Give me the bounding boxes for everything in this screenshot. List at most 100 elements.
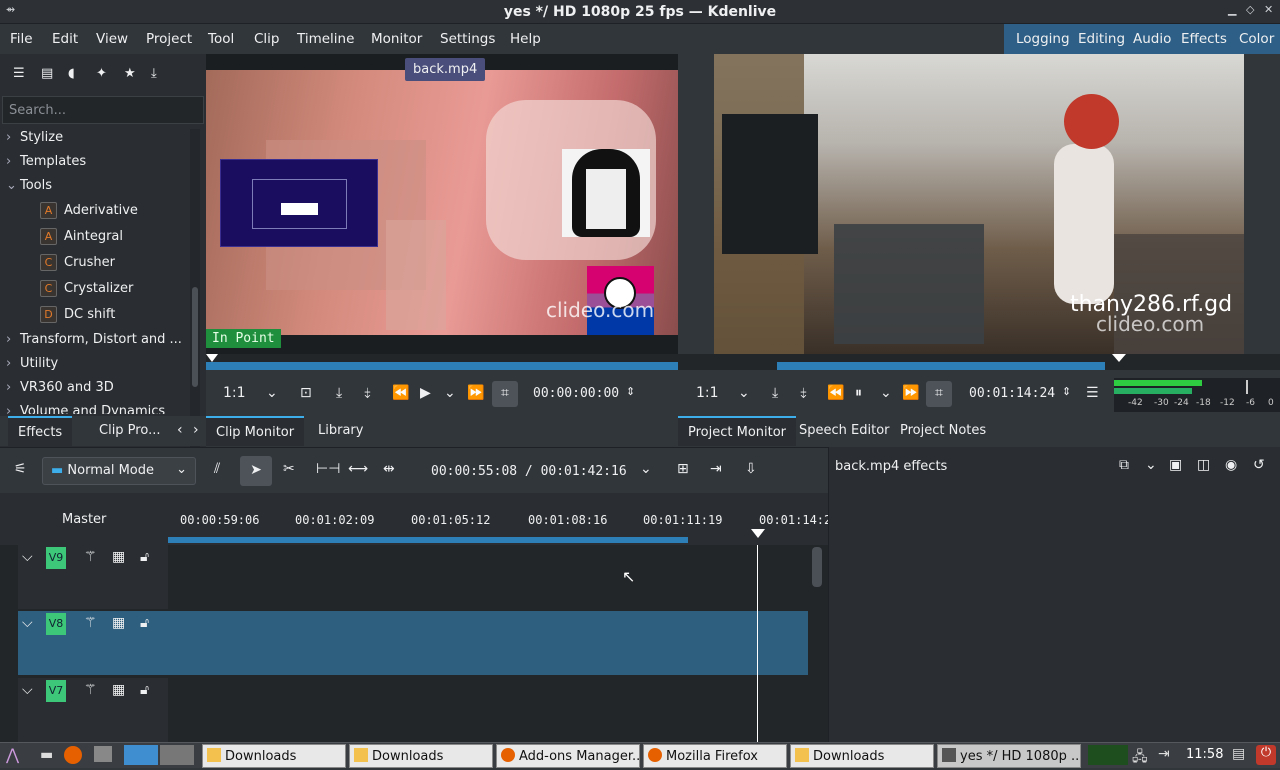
tab-project-monitor[interactable]: Project Monitor <box>678 416 797 446</box>
effect-wand-icon[interactable]: ⚚ <box>84 549 97 565</box>
tree-item-templates[interactable]: › Templates <box>6 154 86 169</box>
collapse-icon[interactable]: ⌵ <box>22 682 33 698</box>
timeline-ruler[interactable]: Master 00:00:59:06 00:01:02:09 00:01:05:… <box>0 493 838 545</box>
timeline-scrollbar[interactable] <box>812 547 822 587</box>
task-downloads-3[interactable]: Downloads <box>790 744 934 768</box>
tab-project-notes[interactable]: Project Notes <box>890 416 996 446</box>
keyboard-icon[interactable]: ▤ <box>1232 746 1245 762</box>
film-icon[interactable]: ▦ <box>112 549 125 565</box>
chevron-down-icon[interactable]: ⌄ <box>266 385 278 401</box>
task-downloads-1[interactable]: Downloads <box>202 744 346 768</box>
show-desktop-icon[interactable]: ▬ <box>40 747 53 763</box>
rewind-icon[interactable]: ⏪ <box>392 385 409 401</box>
menu-settings[interactable]: Settings <box>440 31 495 47</box>
clip-monitor-ruler[interactable] <box>206 354 678 370</box>
menu-clip[interactable]: Clip <box>254 31 280 47</box>
menu-timeline[interactable]: Timeline <box>297 31 354 47</box>
task-kdenlive[interactable]: yes */ HD 1080p ... <box>937 744 1081 768</box>
tab-clip-monitor[interactable]: Clip Monitor <box>206 416 305 446</box>
project-monitor[interactable]: thany286.rf.gd clideo.com <box>714 54 1244 354</box>
workspace-1[interactable] <box>124 745 158 765</box>
file-manager-icon[interactable] <box>94 746 112 762</box>
tab-next-icon[interactable]: › <box>193 422 199 438</box>
workspace-audio[interactable]: Audio <box>1127 24 1177 54</box>
favorites-icon[interactable]: ★ <box>124 66 136 81</box>
timeline-tracks[interactable]: ⌵ V9 ⚚ ▦ 🔓︎ ⌵ V8 ⚚ ▦ 🔓︎ ⌵ V7 ⚚ ▦ 🔓︎ ↖ <box>0 545 828 742</box>
roll-tool-icon[interactable]: ⟷ <box>348 461 368 477</box>
track-settings-icon[interactable]: ⚟ <box>14 461 27 477</box>
effect-crusher[interactable]: C Crusher <box>40 254 115 271</box>
razor-tool-icon[interactable]: ✂ <box>283 461 295 477</box>
forward-icon[interactable]: ⏩ <box>467 385 484 401</box>
select-tool-icon[interactable]: ➤ <box>240 456 272 486</box>
close-icon[interactable]: ✕ <box>1264 3 1273 16</box>
edit-mode-select[interactable]: ▬ Normal Mode ⌄ <box>42 457 196 485</box>
start-menu-icon[interactable]: ⋀ <box>6 745 19 764</box>
effect-dc-shift[interactable]: D DC shift <box>40 306 115 323</box>
chevron-down-icon[interactable]: ⌄ <box>738 385 750 401</box>
forward-icon[interactable]: ⏩ <box>902 385 919 401</box>
pause-icon[interactable]: ⏸ <box>855 385 862 401</box>
clip-timecode[interactable]: 00:00:00:00 <box>533 386 619 401</box>
clock[interactable]: 11:58 <box>1186 747 1223 762</box>
tab-clip-properties[interactable]: Clip Pro... <box>89 416 170 446</box>
collapse-icon[interactable]: ⌵ <box>22 549 33 565</box>
track-v7[interactable]: ⌵ V7 ⚚ ▦ 🔓︎ <box>18 678 808 742</box>
task-downloads-2[interactable]: Downloads <box>349 744 493 768</box>
workspace-logging[interactable]: Logging <box>1010 24 1076 54</box>
menu-edit[interactable]: Edit <box>52 31 78 47</box>
tree-item-stylize[interactable]: › Stylize <box>6 130 63 145</box>
insert-zone-icon[interactable]: ⊡ <box>300 385 312 401</box>
tree-item-volume[interactable]: › Volume and Dynamics <box>6 404 165 414</box>
split-icon[interactable]: ◫ <box>1197 457 1210 473</box>
chevron-down-icon[interactable]: ⌄ <box>640 461 652 477</box>
effect-wand-icon[interactable]: ⚚ <box>84 682 97 698</box>
effect-wand-icon[interactable]: ⚚ <box>84 615 97 631</box>
set-out-icon[interactable]: ⤈ <box>800 385 806 401</box>
slip-tool-icon[interactable]: ⇹ <box>383 461 395 477</box>
effect-crystalizer[interactable]: C Crystalizer <box>40 280 133 297</box>
tab-speech-editor[interactable]: Speech Editor <box>789 416 900 446</box>
menu-project[interactable]: Project <box>146 31 192 47</box>
tab-effects[interactable]: Effects <box>8 416 73 446</box>
audio-effects-icon[interactable]: ◖ <box>68 66 75 81</box>
task-firefox[interactable]: Mozilla Firefox <box>643 744 787 768</box>
spacer-tool-icon[interactable]: ⫽ <box>214 461 220 477</box>
firefox-icon[interactable] <box>64 746 82 764</box>
tree-item-tools[interactable]: ⌄ Tools <box>6 178 52 193</box>
workspace-editing[interactable]: Editing <box>1072 24 1131 54</box>
download-icon[interactable]: ⤓ <box>151 66 157 81</box>
track-v9[interactable]: ⌵ V9 ⚚ ▦ 🔓︎ <box>18 545 808 609</box>
tab-prev-icon[interactable]: ‹ <box>177 422 183 438</box>
set-in-icon[interactable]: ⤓ <box>336 385 342 401</box>
project-zoom-select[interactable]: 1:1 <box>696 385 719 401</box>
crop-icon[interactable]: ⌗ <box>492 381 518 407</box>
track-v8[interactable]: ⌵ V8 ⚚ ▦ 🔓︎ <box>18 611 808 675</box>
project-timecode[interactable]: 00:01:14:24 <box>969 386 1055 401</box>
tree-item-vr360[interactable]: › VR360 and 3D <box>6 380 114 395</box>
film-icon[interactable]: ▦ <box>112 615 125 631</box>
workspace-color[interactable]: Color <box>1233 24 1280 54</box>
fit-zoom-icon[interactable]: ⊞ <box>677 461 689 477</box>
power-icon[interactable]: ⏻ <box>1256 745 1276 765</box>
custom-effects-icon[interactable]: ✦ <box>96 66 107 81</box>
track-name[interactable]: V8 <box>46 613 66 635</box>
network-icon[interactable]: 🖧 <box>1132 746 1148 770</box>
lock-icon[interactable]: 🔓︎ <box>140 549 149 565</box>
set-out-icon[interactable]: ⤈ <box>364 385 370 401</box>
menu-tool[interactable]: Tool <box>208 31 234 47</box>
tab-library[interactable]: Library <box>308 416 373 446</box>
lock-icon[interactable]: 🔓︎ <box>140 615 149 631</box>
timecode-spin-icon[interactable]: ⇕ <box>1062 385 1071 398</box>
timeline-position[interactable]: 00:00:55:08 / 00:01:42:16 <box>431 464 627 479</box>
play-icon[interactable]: ▶ <box>420 385 431 401</box>
lock-icon[interactable]: 🔓︎ <box>140 682 149 698</box>
chevron-down-icon[interactable]: ⌄ <box>1145 457 1157 473</box>
compare-icon[interactable]: ⧉ <box>1119 457 1129 473</box>
menu-monitor[interactable]: Monitor <box>371 31 422 47</box>
list-icon[interactable]: ☰ <box>13 66 25 81</box>
chevron-down-icon[interactable]: ⌄ <box>444 385 456 401</box>
video-effects-icon[interactable]: ▤ <box>41 66 53 81</box>
track-name[interactable]: V7 <box>46 680 66 702</box>
effect-aintegral[interactable]: A Aintegral <box>40 228 123 245</box>
